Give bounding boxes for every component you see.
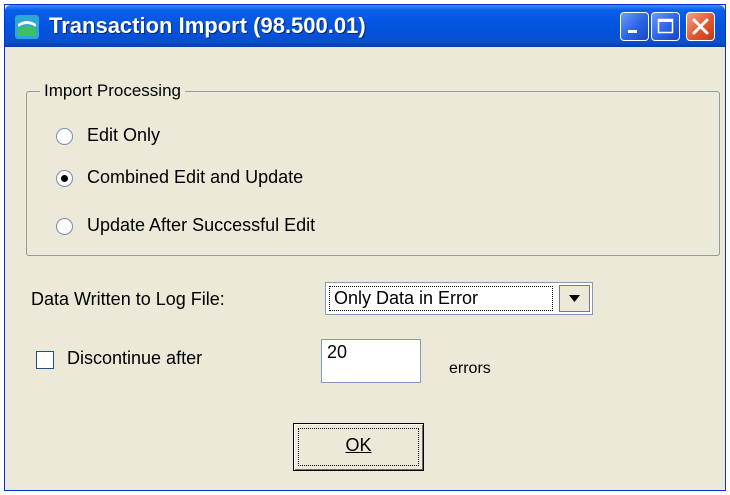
- log-file-label: Data Written to Log File:: [31, 289, 225, 309]
- radio-label: Edit Only: [87, 125, 161, 145]
- transaction-import-window: Transaction Import (98.500.01) Import Pr…: [4, 4, 726, 491]
- log-file-selected-value: Only Data in Error: [329, 286, 553, 311]
- radio-button[interactable]: [56, 128, 73, 145]
- radio-button[interactable]: [56, 170, 73, 187]
- dropdown-button[interactable]: [559, 285, 590, 312]
- ok-button-label: OK: [345, 435, 372, 455]
- ok-button[interactable]: OK: [293, 423, 424, 471]
- chevron-down-icon: [569, 295, 580, 302]
- minimize-icon: [628, 30, 637, 33]
- radio-selected-dot: [61, 175, 68, 182]
- radio-button[interactable]: [56, 218, 73, 235]
- error-count-input[interactable]: 20: [321, 339, 421, 383]
- window-title: Transaction Import (98.500.01): [49, 13, 366, 38]
- maximize-icon: [657, 18, 674, 34]
- app-icon: [15, 15, 39, 39]
- discontinue-label: Discontinue after: [67, 348, 203, 368]
- close-button[interactable]: [686, 12, 715, 41]
- errors-suffix-label: errors: [449, 360, 491, 377]
- radio-label: Update After Successful Edit: [87, 215, 316, 235]
- import-processing-label: Import Processing: [40, 81, 185, 101]
- radio-label: Combined Edit and Update: [87, 167, 304, 187]
- maximize-button[interactable]: [651, 12, 680, 41]
- log-file-select[interactable]: Only Data in Error: [325, 282, 593, 315]
- minimize-button[interactable]: [620, 12, 649, 41]
- title-bar[interactable]: Transaction Import (98.500.01): [5, 5, 725, 47]
- close-icon: [692, 18, 709, 35]
- discontinue-checkbox[interactable]: [36, 351, 54, 369]
